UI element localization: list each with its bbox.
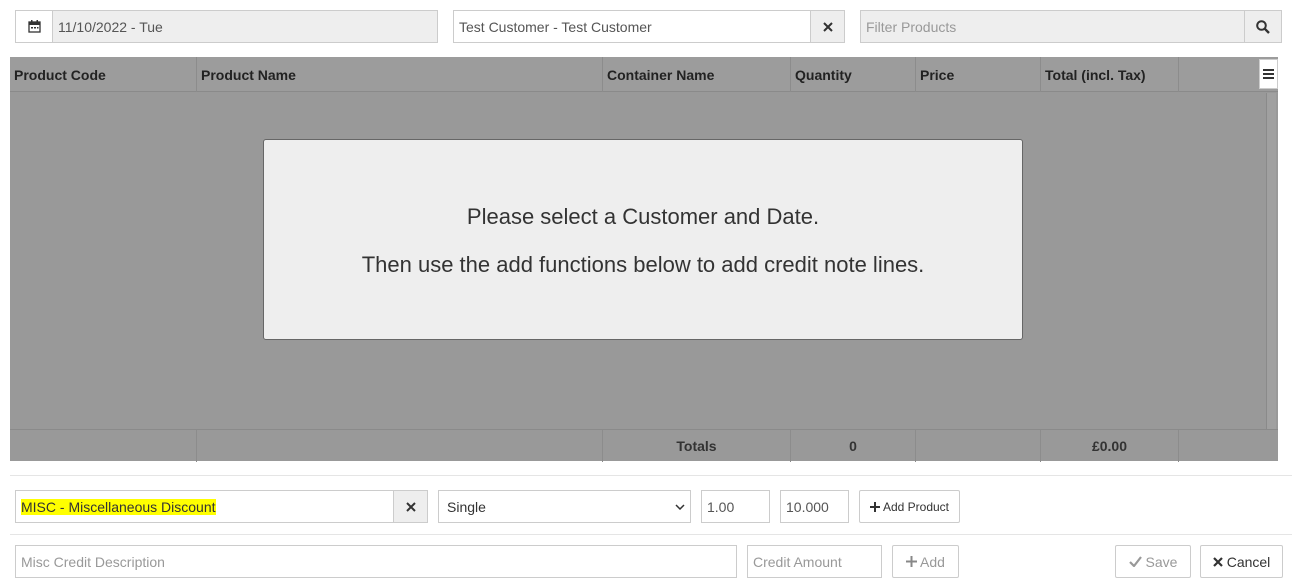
credit-amount-placeholder: Credit Amount xyxy=(753,553,842,570)
column-total[interactable]: Total (incl. Tax) xyxy=(1041,57,1179,92)
empty-state-message: Please select a Customer and Date. Then … xyxy=(263,139,1023,340)
footer-cell-code xyxy=(10,430,197,462)
add-misc-credit-label: Add xyxy=(920,553,945,570)
customer-value: Test Customer - Test Customer xyxy=(459,18,652,35)
calendar-button[interactable] xyxy=(15,10,53,43)
plus-icon xyxy=(869,501,880,512)
grid-header: Product Code Product Name Container Name… xyxy=(10,57,1278,92)
plus-icon xyxy=(906,556,918,567)
cancel-label: Cancel xyxy=(1226,553,1271,570)
credit-amount-input[interactable]: Credit Amount xyxy=(747,545,882,578)
section-divider xyxy=(10,534,1292,535)
save-button[interactable]: Save xyxy=(1115,545,1191,578)
add-product-button[interactable]: Add Product xyxy=(859,490,960,523)
column-container-name[interactable]: Container Name xyxy=(603,57,791,92)
price-input[interactable]: 10.000 xyxy=(780,490,849,523)
date-value: 11/10/2022 - Tue xyxy=(58,18,163,35)
clear-product-button[interactable] xyxy=(393,490,428,523)
check-icon xyxy=(1128,556,1142,567)
footer-cell-price xyxy=(916,430,1041,462)
overlay-line-1: Please select a Customer and Date. xyxy=(466,204,820,229)
footer-cell-spacer xyxy=(1179,430,1278,462)
misc-credit-description-input[interactable]: Misc Credit Description xyxy=(15,545,737,578)
unit-select[interactable]: Single xyxy=(438,490,691,523)
column-quantity[interactable]: Quantity xyxy=(791,57,916,92)
column-price[interactable]: Price xyxy=(916,57,1041,92)
add-misc-credit-button[interactable]: Add xyxy=(892,545,959,578)
footer-cell-name xyxy=(197,430,603,462)
column-product-code[interactable]: Product Code xyxy=(10,57,197,92)
footer-amount-total: £0.00 xyxy=(1041,430,1179,462)
clear-customer-button[interactable] xyxy=(810,10,845,43)
column-product-name[interactable]: Product Name xyxy=(197,57,603,92)
save-label: Save xyxy=(1145,553,1178,570)
product-select-value: MISC - Miscellaneous Discount xyxy=(21,498,216,515)
search-icon xyxy=(1256,19,1270,34)
column-menu-button[interactable] xyxy=(1259,59,1278,89)
misc-credit-description-placeholder: Misc Credit Description xyxy=(21,553,165,570)
add-product-label: Add Product xyxy=(882,499,950,514)
search-button[interactable] xyxy=(1244,10,1282,43)
close-icon xyxy=(822,21,833,32)
quantity-value: 1.00 xyxy=(707,498,735,515)
unit-select-value: Single xyxy=(447,498,486,515)
customer-input[interactable]: Test Customer - Test Customer xyxy=(453,10,811,43)
filter-products-placeholder: Filter Products xyxy=(866,18,957,35)
close-icon xyxy=(405,501,416,512)
section-divider xyxy=(10,475,1292,476)
price-value: 10.000 xyxy=(786,498,829,515)
footer-quantity-total: 0 xyxy=(791,430,916,462)
footer-totals-label: Totals xyxy=(603,430,791,462)
grid-footer: Totals 0 £0.00 xyxy=(10,429,1278,462)
calendar-icon xyxy=(27,20,41,33)
product-select-input[interactable]: MISC - Miscellaneous Discount xyxy=(15,490,394,523)
filter-products-input[interactable]: Filter Products xyxy=(860,10,1245,43)
date-input[interactable]: 11/10/2022 - Tue xyxy=(52,10,438,43)
chevron-down-icon xyxy=(675,504,685,510)
menu-icon xyxy=(1263,69,1274,79)
cancel-button[interactable]: Cancel xyxy=(1200,545,1283,578)
overlay-line-2: Then use the add functions below to add … xyxy=(361,252,925,277)
credit-lines-grid: Product Code Product Name Container Name… xyxy=(10,57,1278,462)
column-spacer xyxy=(1179,57,1259,92)
close-icon xyxy=(1212,556,1223,567)
quantity-input[interactable]: 1.00 xyxy=(701,490,770,523)
vertical-scrollbar[interactable] xyxy=(1266,93,1276,429)
